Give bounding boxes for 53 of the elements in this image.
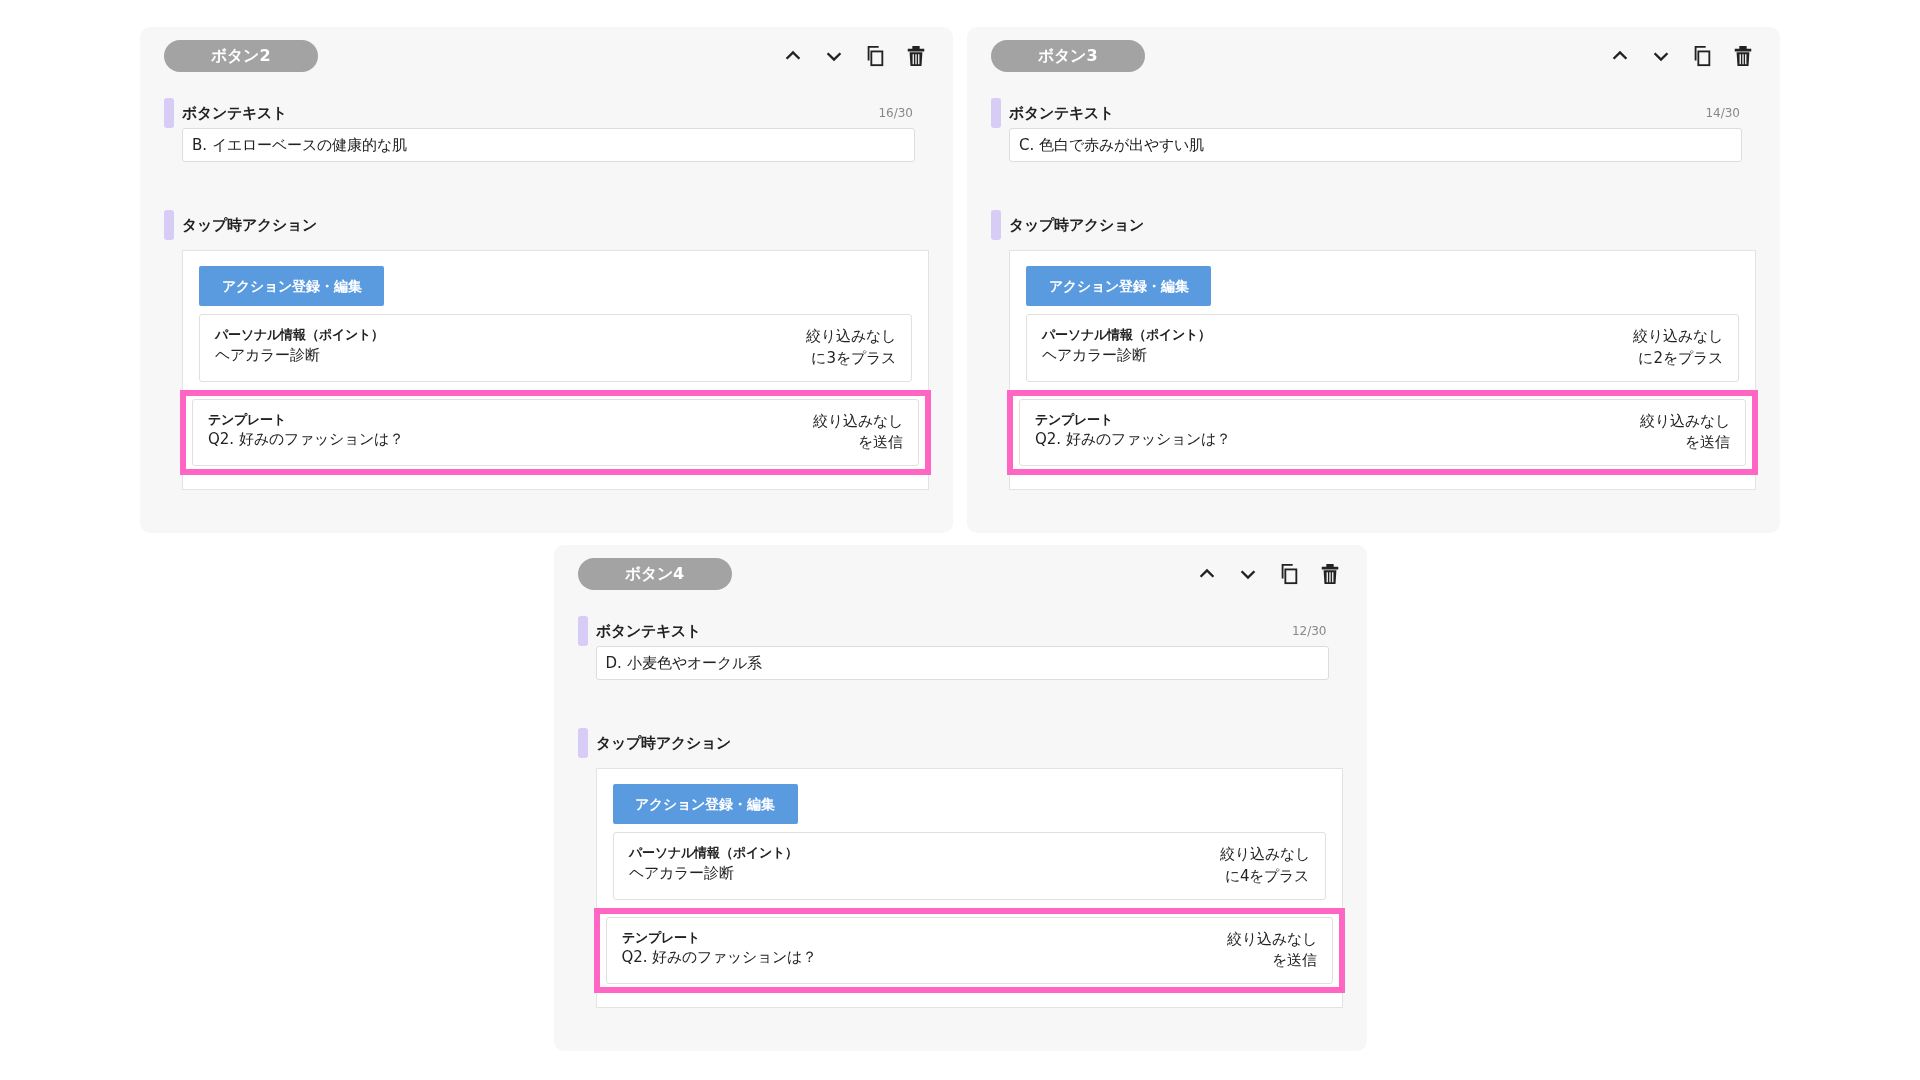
text-input-field[interactable]: D. 小麦色やオークル系 [595, 646, 1329, 680]
section-label: ボタンテキスト [182, 102, 287, 124]
button-name-pill: ボタン4 [577, 558, 732, 590]
section-marker [577, 728, 588, 758]
action-item[interactable]: テンプレート Q2. 好みのファッションは？ 絞り込みなし を送信 [1019, 398, 1746, 466]
action-type: パーソナル情報（ポイント） [1042, 326, 1211, 344]
action-item[interactable]: テンプレート Q2. 好みのファッションは？ 絞り込みなし を送信 [605, 916, 1333, 984]
action-filter: 絞り込みなし [1219, 844, 1310, 865]
action-item[interactable]: パーソナル情報（ポイント） ヘアカラー診断 絞り込みなし に2をプラス [1026, 314, 1739, 382]
section-label: タップ時アクション [1009, 214, 1144, 236]
section-marker [164, 98, 174, 128]
section-label: ボタンテキスト [1009, 102, 1114, 124]
action-effect: を送信 [1684, 432, 1730, 454]
action-item[interactable]: テンプレート Q2. 好みのファッションは？ 絞り込みなし を送信 [192, 398, 919, 466]
action-type: テンプレート [621, 928, 701, 947]
action-name: Q2. 好みのファッションは？ [208, 429, 404, 451]
action-filter: 絞り込みなし [1633, 326, 1723, 347]
action-type: テンプレート [208, 410, 287, 429]
action-type: パーソナル情報（ポイント） [628, 844, 798, 862]
action-type: テンプレート [1035, 410, 1114, 429]
action-effect: に2をプラス [1637, 347, 1723, 369]
action-name: ヘアカラー診断 [1042, 344, 1148, 366]
section-label: タップ時アクション [595, 732, 731, 754]
section-label: タップ時アクション [182, 214, 317, 236]
action-name: Q2. 好みのファッションは？ [1035, 429, 1231, 451]
section-marker [577, 616, 588, 646]
action-filter: 絞り込みなし [813, 410, 903, 432]
character-count: 14/30 [1705, 105, 1740, 122]
action-item[interactable]: パーソナル情報（ポイント） ヘアカラー診断 絞り込みなし に3をプラス [199, 314, 912, 382]
trash-icon[interactable] [905, 45, 927, 67]
section-label: ボタンテキスト [595, 620, 701, 642]
button-name-pill: ボタン3 [991, 40, 1145, 72]
action-type: パーソナル情報（ポイント） [215, 326, 384, 344]
action-effect: に4をプラス [1223, 865, 1310, 887]
action-filter: 絞り込みなし [1226, 928, 1317, 950]
character-count: 16/30 [878, 105, 913, 122]
action-filter: 絞り込みなし [806, 326, 896, 347]
action-item[interactable]: パーソナル情報（ポイント） ヘアカラー診断 絞り込みなし に4をプラス [612, 832, 1326, 900]
text-input-field[interactable]: B. イエローベースの健康的な肌 [182, 128, 915, 162]
action-effect: を送信 [1270, 950, 1317, 972]
action-name: Q2. 好みのファッションは？ [621, 947, 818, 969]
trash-icon[interactable] [1732, 45, 1754, 67]
action-effect: を送信 [857, 432, 903, 454]
action-name: ヘアカラー診断 [215, 344, 321, 366]
action-effect: に3をプラス [810, 347, 896, 369]
section-marker [991, 210, 1001, 240]
text-input-field[interactable]: C. 色白で赤みが出やすい肌 [1009, 128, 1742, 162]
section-marker [164, 210, 174, 240]
action-filter: 絞り込みなし [1640, 410, 1730, 432]
action-name: ヘアカラー診断 [628, 862, 735, 884]
button-name-pill: ボタン2 [164, 40, 318, 72]
section-marker [991, 98, 1001, 128]
character-count: 12/30 [1291, 623, 1327, 640]
